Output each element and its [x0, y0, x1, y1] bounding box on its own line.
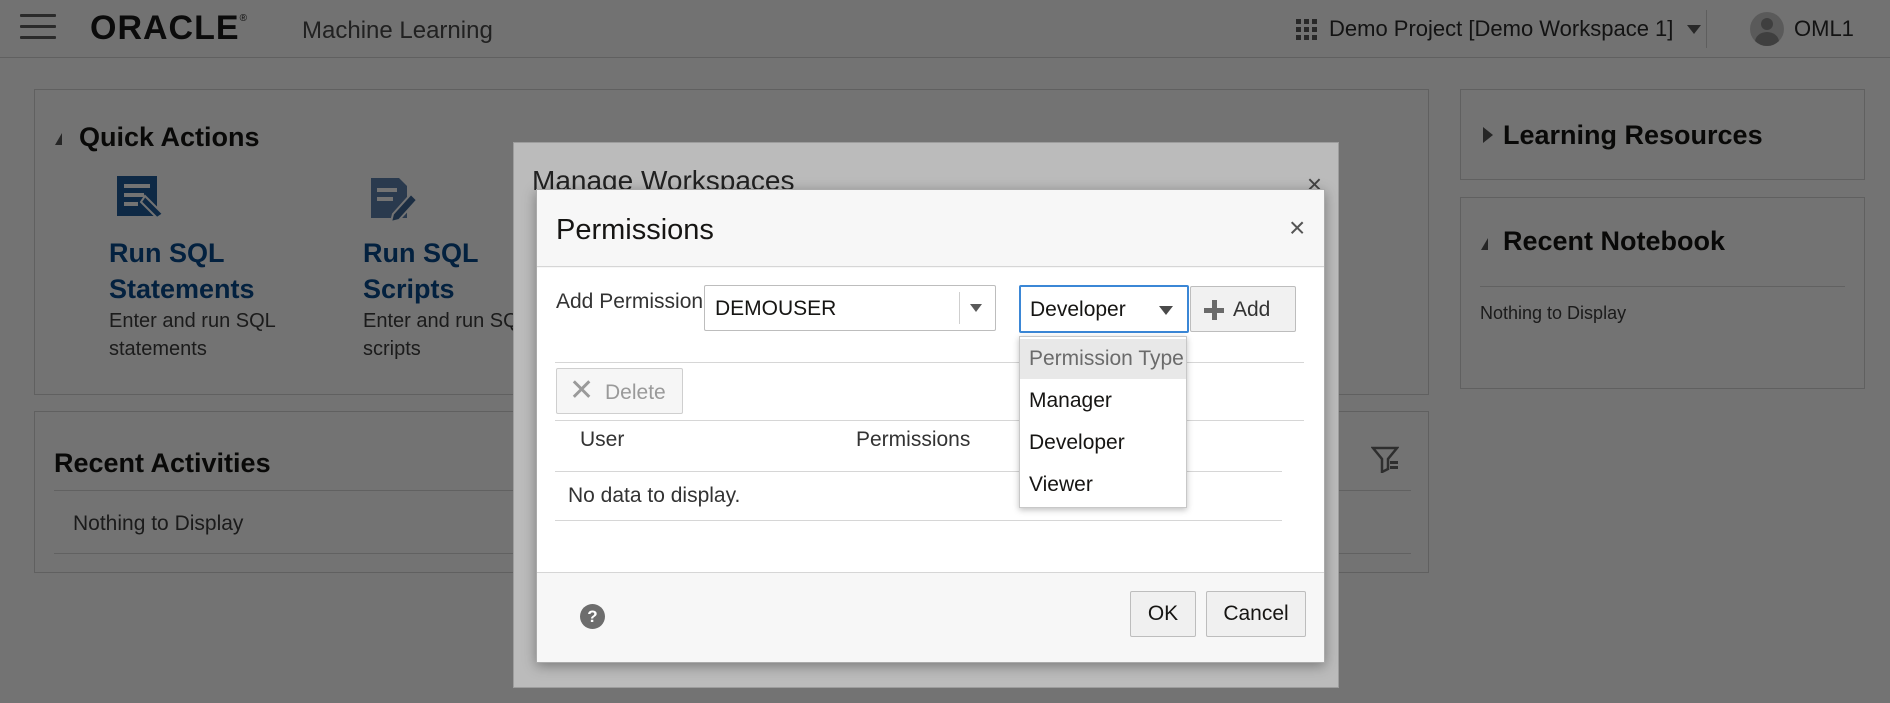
- permissions-title: Permissions: [556, 214, 714, 246]
- add-permission-label: Add Permission:: [556, 290, 709, 313]
- select-divider: [959, 292, 960, 324]
- user-select[interactable]: DEMOUSER: [704, 285, 996, 331]
- permission-type-select[interactable]: Developer: [1019, 285, 1189, 333]
- permission-type-dropdown: Permission Type Manager Developer Viewer: [1019, 336, 1187, 508]
- add-button-label: Add: [1233, 298, 1271, 321]
- permissions-header: Permissions ×: [537, 190, 1324, 267]
- column-header-user[interactable]: User: [580, 428, 624, 452]
- toolbar-divider-bottom: [555, 420, 1304, 421]
- table-bottom-divider: [555, 520, 1282, 521]
- permissions-dialog: Permissions × Add Permission: DEMOUSER D…: [536, 189, 1325, 663]
- toolbar-divider-top: [555, 362, 1304, 363]
- permissions-body: Add Permission: DEMOUSER Developer Add ✕…: [537, 268, 1324, 572]
- delete-button[interactable]: ✕ Delete: [556, 368, 683, 414]
- option-permission-type[interactable]: Permission Type: [1020, 339, 1186, 379]
- chevron-down-icon[interactable]: [1159, 306, 1173, 315]
- option-manager[interactable]: Manager: [1020, 381, 1186, 421]
- cancel-button[interactable]: Cancel: [1206, 591, 1306, 637]
- help-icon[interactable]: ?: [580, 604, 605, 629]
- no-data-message: No data to display.: [568, 484, 741, 507]
- add-button[interactable]: Add: [1190, 286, 1296, 332]
- plus-icon: [1204, 300, 1224, 320]
- close-icon[interactable]: ×: [1289, 214, 1305, 242]
- permissions-footer: ? OK Cancel: [537, 572, 1324, 662]
- delete-button-label: Delete: [605, 381, 666, 404]
- ok-button[interactable]: OK: [1130, 591, 1196, 637]
- option-viewer[interactable]: Viewer: [1020, 465, 1186, 505]
- permission-type-value: Developer: [1030, 298, 1126, 321]
- option-developer[interactable]: Developer: [1020, 423, 1186, 463]
- delete-x-icon: ✕: [569, 374, 595, 407]
- column-header-permissions[interactable]: Permissions: [856, 428, 970, 452]
- chevron-down-icon[interactable]: [970, 304, 982, 312]
- user-select-value: DEMOUSER: [715, 297, 837, 320]
